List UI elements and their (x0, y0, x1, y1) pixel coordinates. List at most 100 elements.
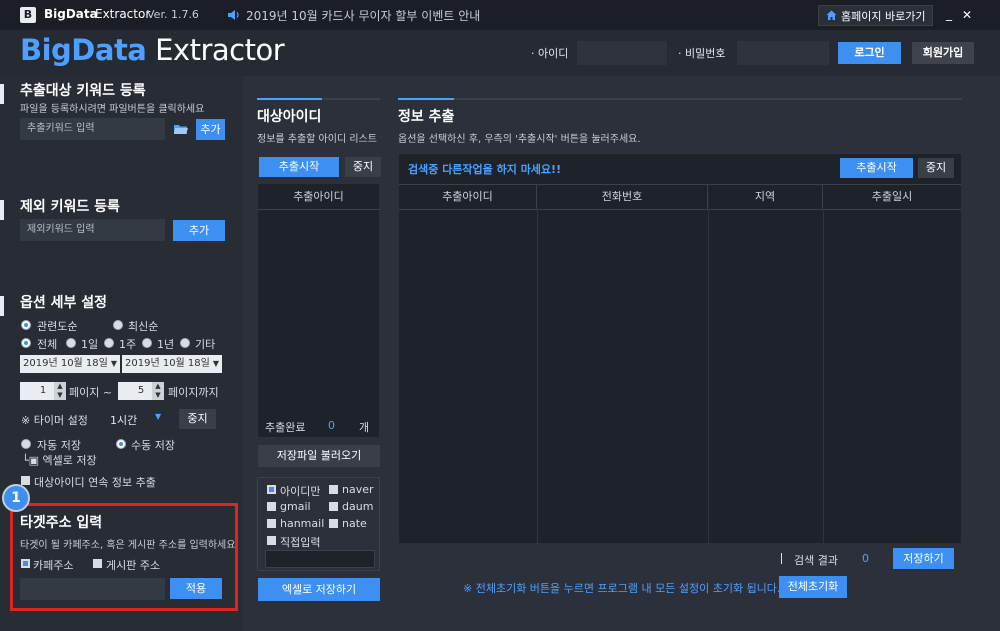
timer-stop-button[interactable]: 중지 (179, 409, 216, 429)
continuous-label: 대상아이디 연속 정보 추출 (34, 476, 156, 489)
app-version: Ver. 1.7.6 (147, 8, 199, 21)
keyword-add-button[interactable]: 추가 (196, 119, 225, 140)
footer-separator (781, 553, 782, 564)
column-divider (823, 209, 824, 543)
column-header-id: 추출아이디 (399, 185, 537, 210)
reset-all-button[interactable]: 전체초기화 (779, 576, 847, 598)
id-extract-stop-button[interactable]: 중지 (345, 157, 381, 177)
app-logo-icon: B (20, 7, 36, 23)
panel-accent-line (257, 98, 322, 100)
sort-latest-radio[interactable] (113, 320, 123, 330)
apply-button[interactable]: 적용 (170, 578, 222, 599)
naver-checkbox[interactable] (329, 485, 338, 494)
exclude-section-title: 제외 키워드 등록 (20, 199, 120, 215)
warning-text: 검색중 다른작업을 하지 마세요!! (408, 163, 562, 176)
password-input[interactable] (737, 41, 829, 65)
date-to-select[interactable]: 2019년 10월 18일 ▼ (122, 355, 222, 373)
timer-select[interactable]: 1시간 ▼ (110, 412, 165, 428)
reset-notice: ※ 전체초기화 버튼을 누르면 프로그램 내 모든 설정이 초기화 됩니다. (463, 582, 781, 595)
keyword-input[interactable]: 추출키워드 입력 (20, 118, 165, 140)
speaker-icon (228, 10, 239, 20)
target-id-desc: 정보를 추출할 아이디 리스트 (257, 134, 377, 145)
range-1d-label: 1일 (81, 338, 99, 351)
minimize-button[interactable]: _ (940, 6, 958, 24)
manual-save-radio[interactable] (116, 439, 126, 449)
manual-save-label: 수동 저장 (131, 439, 175, 452)
app-title-suffix: Extractor (95, 7, 151, 21)
extract-stop-button[interactable]: 중지 (918, 158, 954, 178)
range-1d-radio[interactable] (66, 338, 76, 348)
only-id-checkbox[interactable] (267, 485, 276, 494)
column-divider (708, 209, 709, 543)
exclude-add-button[interactable]: 추가 (173, 220, 225, 241)
result-count: 0 (862, 552, 869, 565)
auto-save-radio[interactable] (21, 439, 31, 449)
direct-input-label: 직접입력 (280, 536, 321, 549)
id-list[interactable] (257, 183, 380, 438)
extract-done-label: 추출완료 (265, 421, 306, 434)
cafe-address-checkbox[interactable] (21, 559, 30, 568)
panel-divider (454, 98, 962, 100)
only-id-label: 아이디만 (280, 485, 321, 498)
notice-link[interactable]: 2019년 10월 카드사 무이자 할부 이벤트 안내 (246, 7, 480, 24)
board-address-checkbox[interactable] (93, 559, 102, 568)
column-header-phone: 전화번호 (537, 185, 708, 210)
excel-save-button[interactable]: 엑셀로 저장하기 (258, 578, 380, 601)
login-button[interactable]: 로그인 (838, 42, 901, 64)
options-section-title: 옵션 세부 설정 (20, 295, 108, 311)
homepage-button[interactable]: 홈페이지 바로가기 (818, 5, 933, 26)
exclude-input[interactable]: 제외키워드 입력 (20, 219, 165, 241)
homepage-button-label: 홈페이지 바로가기 (841, 9, 926, 23)
page-from-suffix: 페이지 ~ (69, 386, 113, 399)
range-1w-radio[interactable] (104, 338, 114, 348)
app-title: BigData (44, 7, 98, 21)
step-badge: 1 (2, 484, 30, 512)
continuous-checkbox[interactable] (21, 476, 30, 485)
extract-desc: 옵션을 선택하신 후, 우측의 '추출시작' 버튼을 눌러주세요. (398, 134, 641, 145)
keyword-section-title: 추출대상 키워드 등록 (20, 83, 146, 99)
sort-relevance-radio[interactable] (21, 320, 31, 330)
section-marker (0, 200, 4, 220)
nate-checkbox[interactable] (329, 519, 338, 528)
folder-icon[interactable] (174, 124, 188, 135)
range-1y-radio[interactable] (142, 338, 152, 348)
target-section-desc: 타겟이 될 카페주소, 혹은 게시판 주소를 입력하세요 (20, 540, 236, 551)
password-label: · 비밀번호 (678, 47, 726, 60)
hanmail-label: hanmail (280, 517, 325, 530)
panel-accent-line (398, 98, 454, 100)
range-all-radio[interactable] (21, 338, 31, 348)
target-section-title: 타겟주소 입력 (20, 515, 103, 531)
result-table[interactable] (398, 153, 962, 573)
page-to-stepper[interactable]: 5 ▲ ▼ (118, 382, 164, 400)
cafe-address-label: 카페주소 (33, 559, 74, 572)
date-from-select[interactable]: 2019년 10월 18일 ▼ (20, 355, 120, 373)
load-file-button[interactable]: 저장파일 불러오기 (258, 445, 380, 467)
hanmail-checkbox[interactable] (267, 519, 276, 528)
extract-done-unit: 개 (359, 421, 370, 434)
sort-latest-label: 최신순 (128, 320, 159, 333)
save-button[interactable]: 저장하기 (893, 548, 954, 569)
id-input[interactable] (577, 41, 667, 65)
direct-input-field[interactable] (265, 550, 375, 568)
target-address-input[interactable] (20, 578, 165, 600)
nate-label: nate (342, 517, 367, 530)
column-divider (537, 209, 538, 543)
extract-start-button[interactable]: 추출시작 (840, 158, 913, 178)
range-etc-label: 기타 (195, 338, 216, 351)
range-etc-radio[interactable] (180, 338, 190, 348)
range-1y-label: 1년 (157, 338, 175, 351)
signup-button[interactable]: 회원가입 (912, 42, 974, 64)
timer-label: ※ 타이머 설정 (21, 414, 88, 427)
daum-checkbox[interactable] (329, 502, 338, 511)
close-button[interactable]: ✕ (958, 6, 976, 24)
direct-input-checkbox[interactable] (267, 536, 276, 545)
gmail-checkbox[interactable] (267, 502, 276, 511)
result-footer (399, 543, 961, 572)
daum-label: daum (342, 500, 374, 513)
excel-save-option[interactable]: └▣ 엑셀로 저장 (22, 452, 97, 468)
page-from-stepper[interactable]: 1 ▲ ▼ (20, 382, 66, 400)
id-extract-start-button[interactable]: 추출시작 (259, 157, 339, 177)
chevron-down-icon: ▼ (110, 359, 117, 368)
extract-done-count: 0 (328, 419, 335, 432)
auto-save-label: 자동 저장 (37, 439, 81, 452)
